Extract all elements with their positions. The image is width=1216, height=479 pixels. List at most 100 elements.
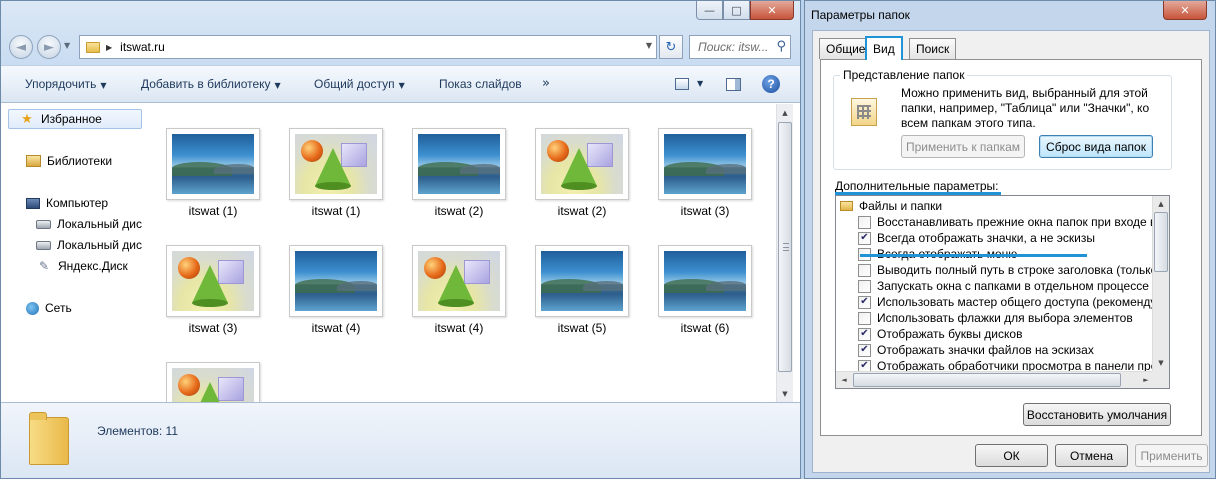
option-checkbox[interactable] bbox=[858, 311, 871, 325]
option-row[interactable]: Запускать окна с папками в отдельном про… bbox=[858, 278, 1149, 294]
minimize-button[interactable]: — bbox=[696, 1, 723, 20]
shapes-thumbnail bbox=[295, 134, 377, 194]
nav-item-local-disk-1[interactable]: Локальный дис bbox=[36, 214, 142, 234]
scrollbar-thumb[interactable] bbox=[853, 373, 1121, 387]
scroll-up-arrow-icon[interactable]: ▲ bbox=[777, 104, 793, 121]
scroll-up-arrow-icon[interactable]: ▲ bbox=[1153, 196, 1169, 212]
option-checkbox[interactable] bbox=[858, 215, 871, 229]
view-options-chevron-icon[interactable]: ▼ bbox=[697, 79, 703, 88]
option-row[interactable]: ✔ Отображать значки файлов на эскизах bbox=[858, 342, 1094, 358]
file-name: itswat (5) bbox=[557, 321, 607, 335]
nav-item-favorites[interactable]: ★ Избранное bbox=[8, 109, 142, 129]
thumbnail-frame bbox=[658, 128, 752, 200]
option-checkbox[interactable]: ✔ bbox=[858, 327, 871, 341]
option-checkbox[interactable]: ✔ bbox=[858, 295, 871, 309]
apply-to-folders-button[interactable]: Применить к папкам bbox=[901, 135, 1025, 158]
option-checkbox[interactable] bbox=[858, 263, 871, 277]
ok-button[interactable]: ОК bbox=[975, 444, 1048, 467]
tab-view[interactable]: Вид bbox=[865, 36, 903, 60]
slideshow-button[interactable]: Показ слайдов bbox=[439, 77, 522, 91]
nav-item-label: Локальный дис bbox=[57, 217, 142, 231]
option-checkbox[interactable]: ✔ bbox=[858, 343, 871, 357]
chevron-down-icon: ▼ bbox=[398, 81, 405, 90]
nav-item-libraries[interactable]: Библиотеки bbox=[26, 151, 112, 171]
scrollbar-corner bbox=[1152, 371, 1169, 388]
search-icon[interactable]: ⚲ bbox=[776, 39, 786, 54]
option-row[interactable]: ✔ Использовать мастер общего доступа (рек… bbox=[858, 294, 1168, 310]
file-item[interactable]: itswat (1) bbox=[286, 128, 386, 238]
cancel-button[interactable]: Отмена bbox=[1055, 444, 1128, 467]
file-name: itswat (1) bbox=[188, 204, 238, 218]
nav-item-network[interactable]: Сеть bbox=[26, 298, 72, 318]
yandex-disk-icon: ✎ bbox=[38, 259, 50, 273]
file-item[interactable]: itswat (6) bbox=[655, 245, 755, 355]
forward-button[interactable]: ► bbox=[37, 35, 61, 59]
organize-menu[interactable]: Упорядочить ▼ bbox=[25, 77, 107, 91]
restore-defaults-button[interactable]: Восстановить умолчания bbox=[1023, 403, 1171, 426]
file-item[interactable] bbox=[163, 362, 263, 402]
option-row[interactable]: ✔ Всегда отображать значки, а не эскизы bbox=[858, 230, 1095, 246]
thumbnail-frame bbox=[166, 128, 260, 200]
change-view-icon[interactable] bbox=[675, 78, 689, 90]
nav-item-local-disk-2[interactable]: Локальный дис bbox=[36, 235, 142, 255]
apply-button[interactable]: Применить bbox=[1135, 444, 1208, 467]
help-icon[interactable]: ? bbox=[762, 75, 780, 93]
option-checkbox[interactable]: ✔ bbox=[858, 231, 871, 245]
file-item[interactable]: itswat (2) bbox=[532, 128, 632, 238]
search-input[interactable]: Поиск: itsw... ⚲ bbox=[689, 35, 791, 59]
address-bar[interactable]: ▶ itswat.ru ▼ bbox=[79, 35, 657, 59]
scroll-left-arrow-icon[interactable]: ◄ bbox=[836, 372, 852, 388]
scrollbar-thumb[interactable] bbox=[778, 122, 792, 372]
file-item[interactable]: itswat (5) bbox=[532, 245, 632, 355]
maximize-button[interactable]: □ bbox=[723, 1, 750, 20]
preview-pane-icon[interactable] bbox=[726, 78, 741, 91]
option-row[interactable]: ✔ Отображать буквы дисков bbox=[858, 326, 1022, 342]
share-menu[interactable]: Общий доступ ▼ bbox=[314, 77, 405, 91]
recent-pages-dropdown-icon[interactable]: ▼ bbox=[64, 41, 70, 50]
file-item[interactable]: itswat (3) bbox=[163, 245, 263, 355]
file-item[interactable]: itswat (2) bbox=[409, 128, 509, 238]
share-label: Общий доступ bbox=[314, 77, 395, 91]
add-to-library-menu[interactable]: Добавить в библиотеку ▼ bbox=[141, 77, 281, 91]
scrollbar-thumb[interactable] bbox=[1154, 212, 1168, 272]
breadcrumb-arrow-icon[interactable]: ▶ bbox=[106, 43, 112, 52]
shapes-thumbnail bbox=[172, 368, 254, 402]
scroll-down-arrow-icon[interactable]: ▼ bbox=[777, 385, 793, 402]
cone-base-shape bbox=[438, 299, 474, 307]
shapes-thumbnail bbox=[418, 251, 500, 311]
computer-icon bbox=[26, 197, 40, 209]
tree-group-files-folders[interactable]: Файлы и папки bbox=[840, 198, 942, 214]
nav-item-yandex-disk[interactable]: ✎ Яндекс.Диск bbox=[36, 256, 128, 276]
close-button[interactable]: ✕ bbox=[750, 1, 794, 20]
tree-vertical-scrollbar[interactable]: ▲ ▼ bbox=[1152, 196, 1169, 371]
shapes-thumbnail bbox=[541, 134, 623, 194]
tab-search[interactable]: Поиск bbox=[909, 38, 957, 59]
address-path[interactable]: itswat.ru bbox=[120, 40, 165, 54]
nav-item-label: Сеть bbox=[45, 301, 72, 315]
landscape-thumbnail bbox=[295, 251, 377, 311]
reset-folders-button[interactable]: Сброс вида папок bbox=[1039, 135, 1153, 158]
cone-shape bbox=[192, 382, 228, 402]
close-button[interactable]: ✕ bbox=[1163, 1, 1207, 20]
back-button[interactable]: ◄ bbox=[9, 35, 33, 59]
folder-views-group: Представление папок Можно применить вид,… bbox=[833, 68, 1172, 170]
tree-horizontal-scrollbar[interactable]: ◄ ► bbox=[836, 371, 1154, 388]
option-row[interactable]: Выводить полный путь в строке заголовка … bbox=[858, 262, 1168, 278]
cone-shape bbox=[315, 148, 351, 186]
refresh-button[interactable]: ↻ bbox=[659, 35, 683, 59]
option-row[interactable]: Восстанавливать прежние окна папок при в… bbox=[858, 214, 1169, 230]
file-item[interactable]: itswat (4) bbox=[286, 245, 386, 355]
address-dropdown-icon[interactable]: ▼ bbox=[646, 41, 652, 50]
file-item[interactable]: itswat (1) bbox=[163, 128, 263, 238]
nav-item-computer[interactable]: Компьютер bbox=[26, 193, 108, 213]
option-row[interactable]: Использовать флажки для выбора элементов bbox=[858, 310, 1133, 326]
scroll-down-arrow-icon[interactable]: ▼ bbox=[1153, 355, 1169, 371]
file-item[interactable]: itswat (4) bbox=[409, 245, 509, 355]
option-checkbox[interactable] bbox=[858, 279, 871, 293]
cone-base-shape bbox=[192, 299, 228, 307]
content-scrollbar[interactable]: ▲ ▼ bbox=[776, 104, 793, 402]
hill-shape bbox=[706, 281, 746, 291]
option-label: Использовать мастер общего доступа (реко… bbox=[877, 295, 1169, 309]
file-item[interactable]: itswat (3) bbox=[655, 128, 755, 238]
more-commands-button[interactable]: » bbox=[542, 76, 550, 91]
